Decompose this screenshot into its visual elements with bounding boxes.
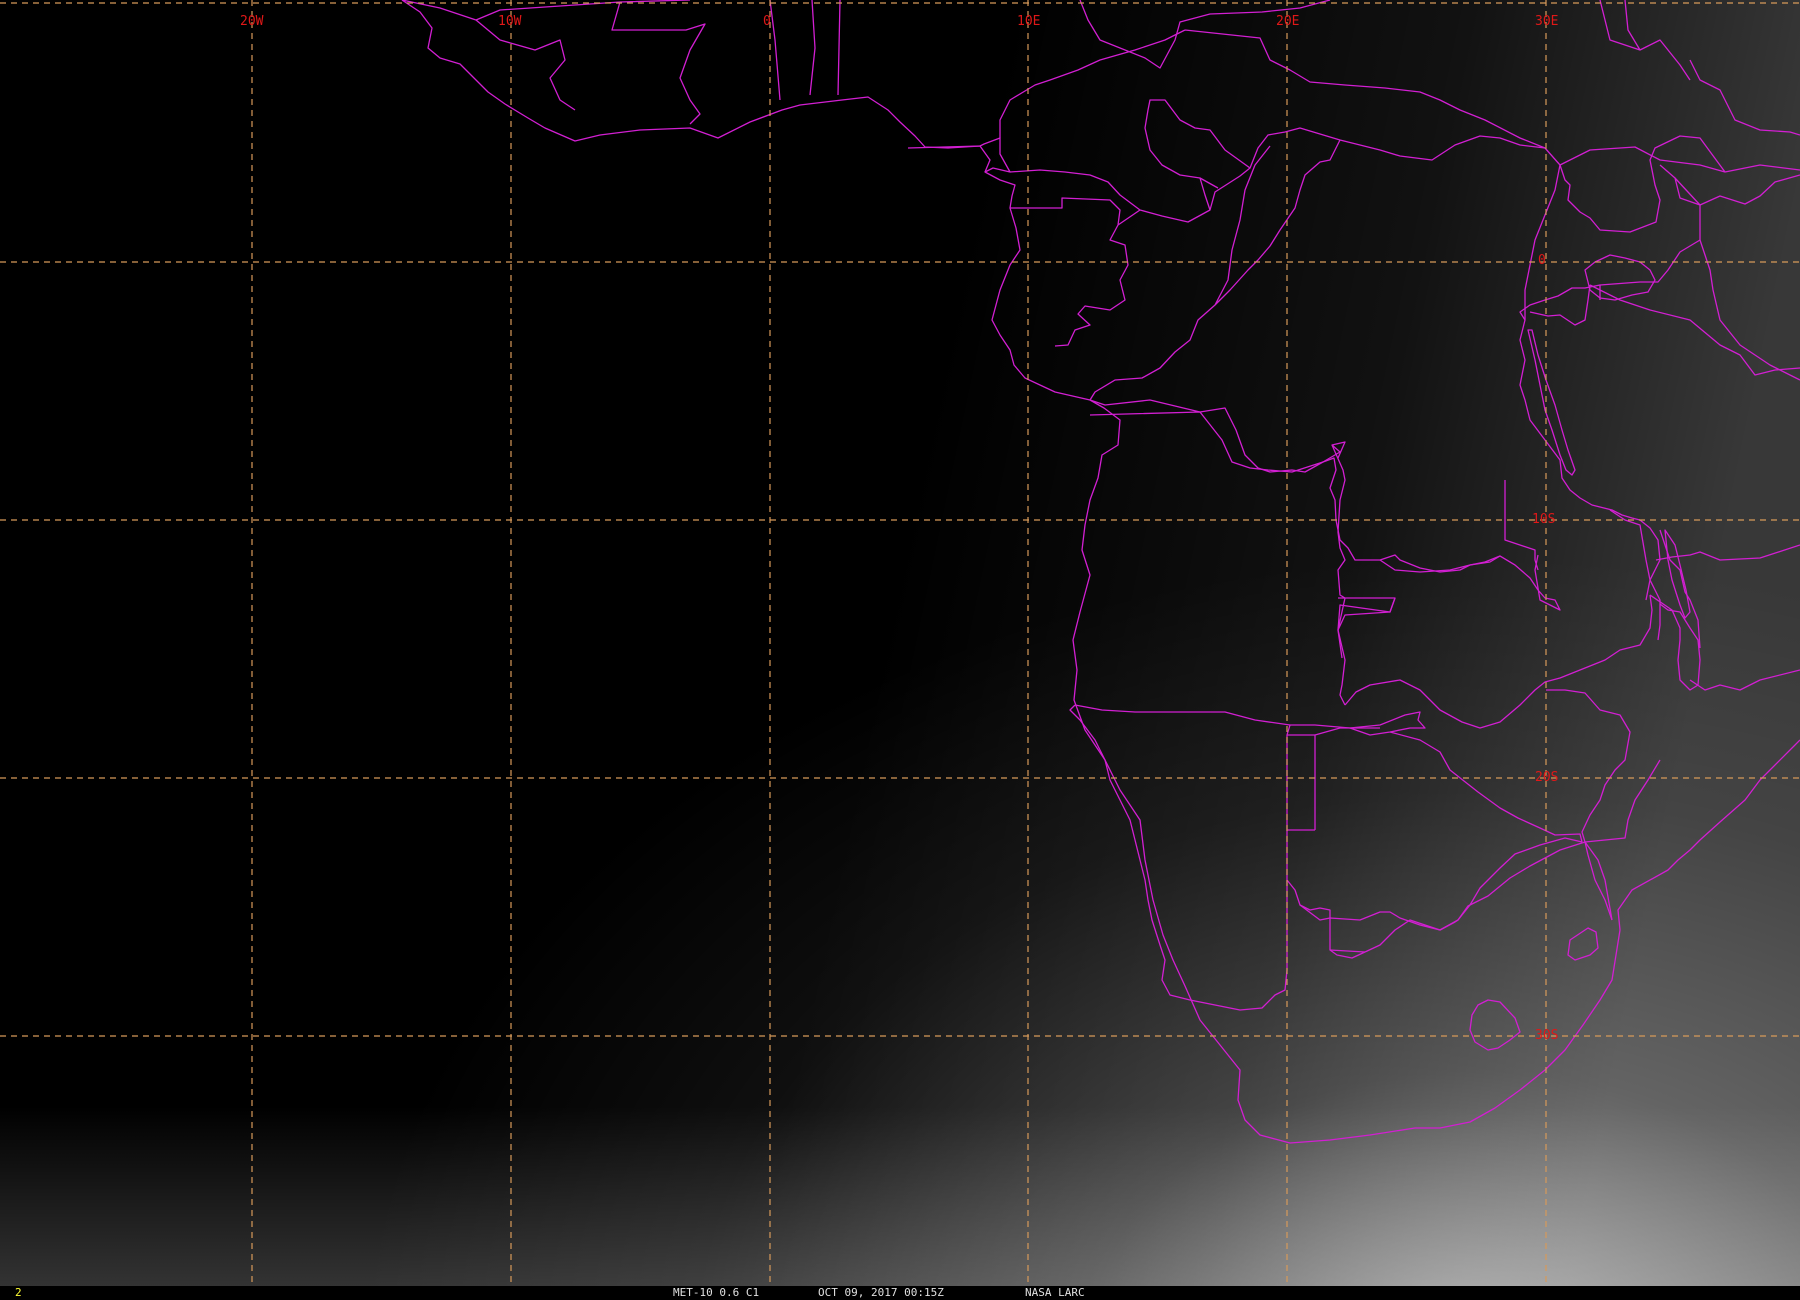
lon-label-20e: 20E	[1276, 14, 1299, 29]
lon-label-0: 0	[763, 14, 771, 29]
lat-label-30s: 30S	[1535, 1028, 1558, 1043]
data-source: NASA LARC	[1025, 1286, 1085, 1299]
satellite-viewer: 20W 10W 0 10E 20E 30E 0 10S 20S 30S 2 ME…	[0, 0, 1800, 1300]
satellite-image: 20W 10W 0 10E 20E 30E 0 10S 20S 30S	[0, 0, 1800, 1286]
lon-label-10e: 10E	[1017, 14, 1040, 29]
lat-label-10s: 10S	[1532, 512, 1555, 527]
imagery-bottom-glow	[0, 0, 1800, 1286]
frame-number: 2	[15, 1286, 22, 1299]
lon-label-10w: 10W	[498, 14, 522, 29]
product-label: MET-10 0.6 C1	[673, 1286, 760, 1299]
lon-label-30e: 30E	[1535, 14, 1558, 29]
image-datetime: OCT 09, 2017 00:15Z	[818, 1286, 944, 1299]
status-bar: 2 MET-10 0.6 C1 OCT 09, 2017 00:15Z NASA…	[0, 1286, 1800, 1300]
lat-label-0: 0	[1538, 253, 1546, 268]
lat-label-20s: 20S	[1535, 770, 1558, 785]
lon-label-20w: 20W	[240, 14, 264, 29]
